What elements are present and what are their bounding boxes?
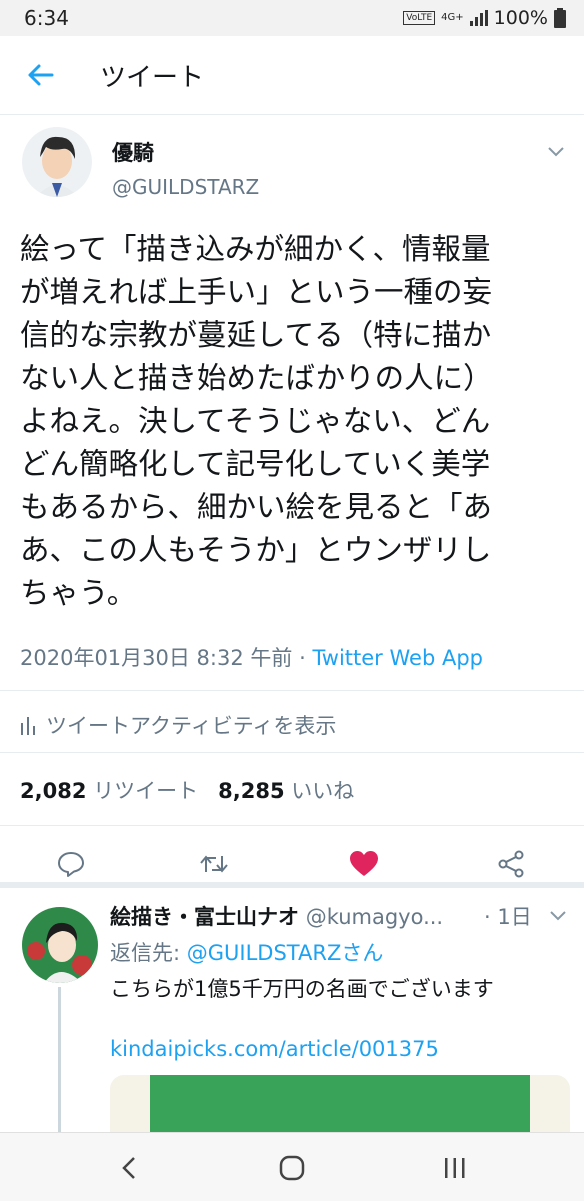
page-title: ツイート [100,62,205,93]
tweet-source-link[interactable]: Twitter Web App [312,646,483,670]
activity-label: ツイートアクティビティを表示 [46,714,337,738]
system-nav-bar [0,1132,584,1201]
status-time: 6:34 [24,6,69,30]
tweet-timestamp: 2020年01月30日 8:32 午前 [20,646,293,670]
author-avatar[interactable] [22,127,92,197]
main-tweet: 優騎 @GUILDSTARZ 絵って「描き込みが細かく、情報量 が増えれば上手い… [0,115,584,878]
reply-tweet[interactable]: 絵描き・富士山ナオ @kumagyo... · 1日 返信先: @GUILDST… [0,887,584,1145]
volte-badge: VoLTE [403,11,436,25]
nav-home-icon[interactable] [277,1153,307,1183]
reply-link[interactable]: kindaipicks.com/article/001375 [110,1037,439,1061]
thread-line [58,987,61,1137]
reply-author-handle[interactable]: @kumagyo... [306,905,443,929]
reply-to-line: 返信先: @GUILDSTARZさん [110,937,383,967]
app-header: ツイート [0,36,584,115]
retweet-count[interactable]: 2,082 [20,779,86,803]
reply-time: · 1日 [484,905,532,929]
battery-percent: 100% [493,7,548,29]
reply-author-avatar[interactable] [22,907,98,983]
tweet-text: 絵って「描き込みが細かく、情報量 が増えれば上手い」という一種の妄 信的な宗教が… [20,232,493,610]
meta-separator: · [292,646,313,670]
battery-icon [554,8,566,28]
reply-icon[interactable] [56,849,86,879]
divider [0,825,584,826]
heart-icon[interactable] [349,849,379,879]
reply-to-label: 返信先: [110,941,187,965]
network-indicator: 4G+ [441,12,464,23]
divider [0,690,584,691]
signal-icon [469,10,488,26]
nav-back-icon[interactable] [114,1153,144,1183]
share-icon[interactable] [496,849,526,879]
back-arrow-icon[interactable] [10,45,70,105]
like-count[interactable]: 8,285 [218,779,284,803]
retweet-icon[interactable] [199,849,229,879]
tweet-author: 優騎 @GUILDSTARZ [0,115,584,215]
reply-header: 絵描き・富士山ナオ @kumagyo... [110,901,443,931]
reply-author-name[interactable]: 絵描き・富士山ナオ [110,905,299,929]
author-name[interactable]: 優騎 [112,137,154,167]
divider [0,752,584,753]
status-indicators: VoLTE 4G+ 100% [403,7,566,29]
tweet-stats: 2,082 リツイート 8,285 いいね [20,775,354,805]
bar-chart-icon [21,717,35,735]
reply-text: こちらが1億5千万円の名画でございます [110,977,494,1001]
author-handle[interactable]: @GUILDSTARZ [112,175,259,199]
retweet-label[interactable]: リツイート [93,779,198,803]
tweet-activity-link[interactable]: ツイートアクティビティを表示 [20,710,336,740]
nav-recents-icon[interactable] [440,1153,470,1183]
chevron-down-icon[interactable] [544,139,568,163]
tweet-meta: 2020年01月30日 8:32 午前 · Twitter Web App [20,642,483,672]
chevron-down-icon[interactable] [546,903,570,927]
reply-to-mention[interactable]: @GUILDSTARZさん [187,941,384,965]
like-label[interactable]: いいね [291,779,354,803]
status-bar: 6:34 VoLTE 4G+ 100% [0,0,584,36]
